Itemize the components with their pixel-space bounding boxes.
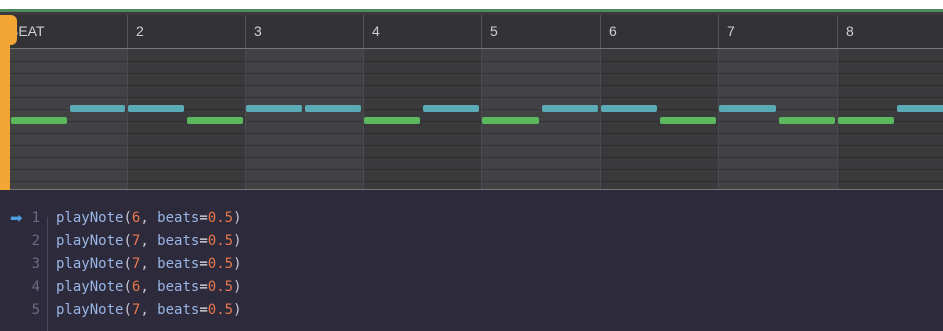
- note-block[interactable]: [778, 117, 835, 124]
- code-token: playNote: [56, 210, 124, 226]
- note-block[interactable]: [69, 105, 125, 112]
- code-line[interactable]: 3 playNote(7, beats=0.5): [0, 253, 943, 275]
- code-token: playNote: [56, 256, 124, 272]
- code-text[interactable]: playNote(6, beats=0.5): [56, 276, 242, 298]
- code-token: (: [123, 279, 132, 295]
- playhead-handle[interactable]: [0, 15, 17, 45]
- code-token: 0.5: [207, 233, 234, 249]
- note-block[interactable]: [541, 105, 598, 112]
- beat-label: BEAT: [9, 23, 45, 39]
- code-token: ): [233, 279, 242, 295]
- note-block[interactable]: [305, 105, 361, 112]
- code-line[interactable]: 4 playNote(6, beats=0.5): [0, 276, 943, 298]
- pitch-row-line: [0, 157, 943, 158]
- piano-roll[interactable]: BEAT 2 3 4 5 6 7 8: [0, 12, 943, 190]
- note-block[interactable]: [246, 105, 302, 112]
- code-token: ,: [140, 210, 158, 226]
- code-token: =: [199, 210, 208, 226]
- code-text[interactable]: playNote(7, beats=0.5): [56, 299, 242, 321]
- code-token: (: [123, 256, 132, 272]
- beat-header: BEAT 2 3 4 5 6 7 8: [0, 15, 943, 49]
- code-token: ): [233, 302, 242, 318]
- code-token: (: [123, 233, 132, 249]
- line-number: 5: [31, 302, 40, 318]
- beat-label: 5: [490, 23, 498, 39]
- code-token: 0.5: [207, 210, 234, 226]
- code-token: ,: [140, 302, 158, 318]
- code-token: playNote: [56, 233, 124, 249]
- note-block[interactable]: [660, 117, 716, 124]
- gutter-divider: [47, 217, 48, 331]
- code-token: playNote: [56, 279, 124, 295]
- code-line[interactable]: 5 playNote(7, beats=0.5): [0, 299, 943, 321]
- beat-line: [600, 49, 601, 190]
- note-block[interactable]: [601, 105, 657, 112]
- note-block[interactable]: [364, 117, 420, 124]
- code-token: beats: [157, 256, 200, 272]
- note-block[interactable]: [482, 117, 539, 124]
- code-editor[interactable]: ➡ 1 playNote(6, beats=0.5) 2 playNote(7, bea…: [0, 190, 943, 331]
- note-block[interactable]: [897, 105, 943, 112]
- code-token: ,: [140, 256, 158, 272]
- code-token: playNote: [56, 302, 124, 318]
- beat-line: [127, 49, 128, 190]
- code-token: =: [199, 279, 208, 295]
- note-block[interactable]: [128, 105, 184, 112]
- code-token: (: [123, 302, 132, 318]
- code-token: beats: [157, 233, 200, 249]
- beat-label: 4: [372, 23, 380, 39]
- code-token: beats: [157, 210, 200, 226]
- code-token: ,: [140, 279, 158, 295]
- note-block[interactable]: [11, 117, 67, 124]
- code-token: 0.5: [207, 279, 234, 295]
- line-number: 2: [31, 233, 40, 249]
- code-text[interactable]: playNote(7, beats=0.5): [56, 230, 242, 252]
- code-token: 0.5: [207, 302, 234, 318]
- code-token: (: [123, 210, 132, 226]
- line-number: 3: [31, 256, 40, 272]
- line-number: 4: [31, 279, 40, 295]
- code-line[interactable]: ➡ 1 playNote(6, beats=0.5): [0, 207, 943, 229]
- note-block[interactable]: [838, 117, 894, 124]
- beat-label: 2: [136, 23, 144, 39]
- pitch-row-line: [0, 85, 943, 86]
- code-token: ,: [140, 233, 158, 249]
- code-token: =: [199, 256, 208, 272]
- note-grid[interactable]: [0, 49, 943, 190]
- note-block[interactable]: [423, 105, 479, 112]
- code-text[interactable]: playNote(7, beats=0.5): [56, 253, 242, 275]
- code-token: =: [199, 302, 208, 318]
- note-block[interactable]: [719, 105, 776, 112]
- code-token: beats: [157, 279, 200, 295]
- code-token: beats: [157, 302, 200, 318]
- line-number: 1: [31, 210, 40, 226]
- pitch-row-line: [0, 61, 943, 62]
- beat-label: 8: [846, 23, 854, 39]
- code-token: ): [233, 233, 242, 249]
- code-token: ): [233, 210, 242, 226]
- beat-label: 6: [609, 23, 617, 39]
- beat-line: [718, 49, 719, 190]
- pitch-row-line: [0, 73, 943, 74]
- beat-label: 7: [727, 23, 735, 39]
- pitch-row-line: [0, 145, 943, 146]
- note-block[interactable]: [187, 117, 243, 124]
- window-top-strip: [0, 0, 943, 9]
- beat-label: 3: [254, 23, 262, 39]
- code-line[interactable]: 2 playNote(7, beats=0.5): [0, 230, 943, 252]
- pitch-row-line: [0, 169, 943, 170]
- pitch-row-line: [0, 181, 943, 182]
- code-text[interactable]: playNote(6, beats=0.5): [56, 207, 242, 229]
- beat-line: [245, 49, 246, 190]
- code-token: ): [233, 256, 242, 272]
- pitch-row-line: [0, 133, 943, 134]
- code-token: 0.5: [207, 256, 234, 272]
- current-line-arrow-icon: ➡: [10, 209, 23, 227]
- code-token: =: [199, 233, 208, 249]
- pitch-row-line: [0, 97, 943, 98]
